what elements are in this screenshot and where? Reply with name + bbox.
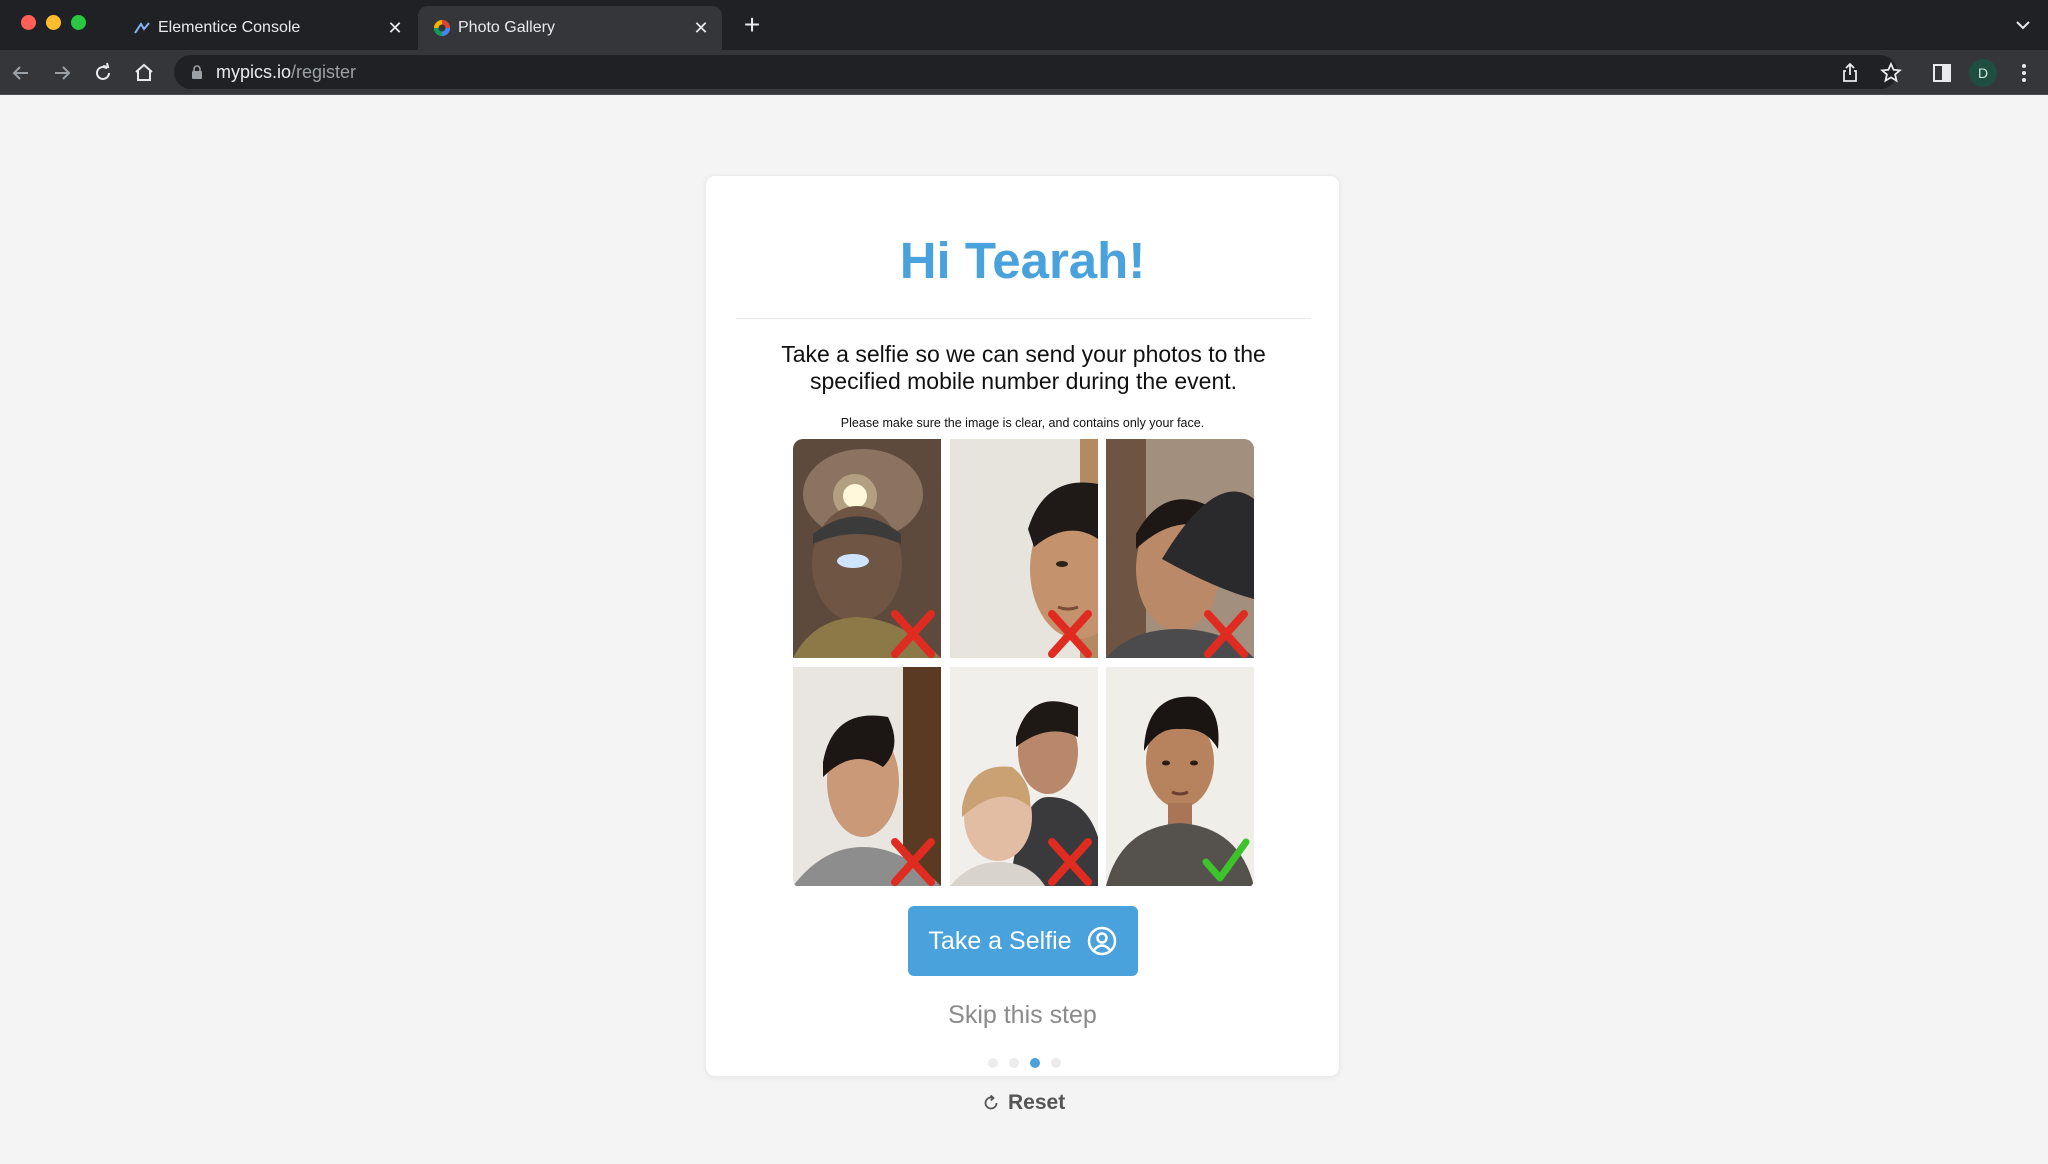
tab-title: Photo Gallery bbox=[458, 19, 555, 36]
divider bbox=[736, 318, 1311, 319]
url-path: /register bbox=[291, 62, 357, 82]
window-close-button[interactable] bbox=[21, 15, 36, 30]
red-x-icon bbox=[891, 610, 935, 658]
example-photo-obstructed bbox=[1106, 439, 1254, 658]
profile-avatar[interactable]: D bbox=[1969, 59, 1997, 87]
window-minimize-button[interactable] bbox=[46, 15, 61, 30]
browser-tabstrip: Elementice Console ✕ Photo Gallery ✕ + bbox=[0, 0, 2048, 50]
take-selfie-label: Take a Selfie bbox=[928, 926, 1072, 955]
step-dot bbox=[988, 1058, 998, 1068]
example-photo-backlit bbox=[793, 439, 941, 658]
example-photo-profile bbox=[793, 667, 941, 886]
reset-icon bbox=[984, 1094, 998, 1110]
home-icon[interactable] bbox=[131, 60, 157, 86]
tab-close-icon[interactable]: ✕ bbox=[384, 17, 406, 39]
side-panel-icon[interactable] bbox=[1929, 60, 1955, 86]
step-dot bbox=[1009, 1058, 1019, 1068]
url-text: mypics.io/register bbox=[216, 62, 356, 83]
example-photo-cropped bbox=[950, 439, 1098, 658]
step-dot-active bbox=[1030, 1058, 1040, 1068]
reset-label: Reset bbox=[1008, 1091, 1066, 1114]
intro-text: Take a selfie so we can send your photos… bbox=[781, 341, 1266, 394]
bookmark-star-icon[interactable] bbox=[1878, 60, 1904, 86]
forward-icon[interactable] bbox=[49, 60, 75, 86]
green-check-icon bbox=[1202, 838, 1250, 882]
new-tab-icon[interactable]: + bbox=[740, 11, 764, 39]
red-x-icon bbox=[891, 838, 935, 886]
share-icon[interactable] bbox=[1837, 60, 1863, 86]
lock-icon[interactable] bbox=[190, 64, 204, 80]
red-x-icon bbox=[1048, 610, 1092, 658]
step-dot bbox=[1051, 1058, 1061, 1068]
window-zoom-button[interactable] bbox=[71, 15, 86, 30]
more-icon[interactable] bbox=[2011, 60, 2037, 86]
reset-button[interactable]: Reset bbox=[982, 1089, 1065, 1117]
tab-search-chevron-icon[interactable] bbox=[2012, 14, 2034, 36]
tab-close-icon[interactable]: ✕ bbox=[690, 17, 712, 39]
example-photo-good bbox=[1106, 667, 1254, 886]
photo-gallery-favicon-icon bbox=[434, 20, 450, 36]
browser-toolbar: mypics.io/register D bbox=[0, 50, 2048, 95]
back-icon[interactable] bbox=[8, 60, 34, 86]
take-selfie-button[interactable]: Take a Selfie bbox=[908, 906, 1138, 976]
address-bar[interactable]: mypics.io/register bbox=[174, 55, 1897, 89]
greeting-heading: Hi Tearah! bbox=[899, 232, 1146, 289]
url-host: mypics.io bbox=[216, 62, 292, 82]
tab-elementice-console[interactable]: Elementice Console ✕ bbox=[118, 6, 416, 50]
red-x-icon bbox=[1204, 610, 1248, 658]
reload-icon[interactable] bbox=[90, 60, 116, 86]
tab-photo-gallery[interactable]: Photo Gallery ✕ bbox=[418, 6, 722, 50]
tab-title: Elementice Console bbox=[158, 19, 301, 36]
register-card: Hi Tearah! Take a selfie so we can send … bbox=[705, 175, 1340, 1077]
user-circle-icon bbox=[1087, 926, 1116, 956]
elementice-favicon-icon bbox=[134, 22, 150, 34]
selfie-examples-grid bbox=[793, 439, 1254, 889]
red-x-icon bbox=[1048, 838, 1092, 886]
hint-text: Please make sure the image is clear, and… bbox=[840, 416, 1205, 430]
example-photo-two-people bbox=[950, 667, 1098, 886]
skip-step-link[interactable]: Skip this step bbox=[706, 1001, 1339, 1030]
